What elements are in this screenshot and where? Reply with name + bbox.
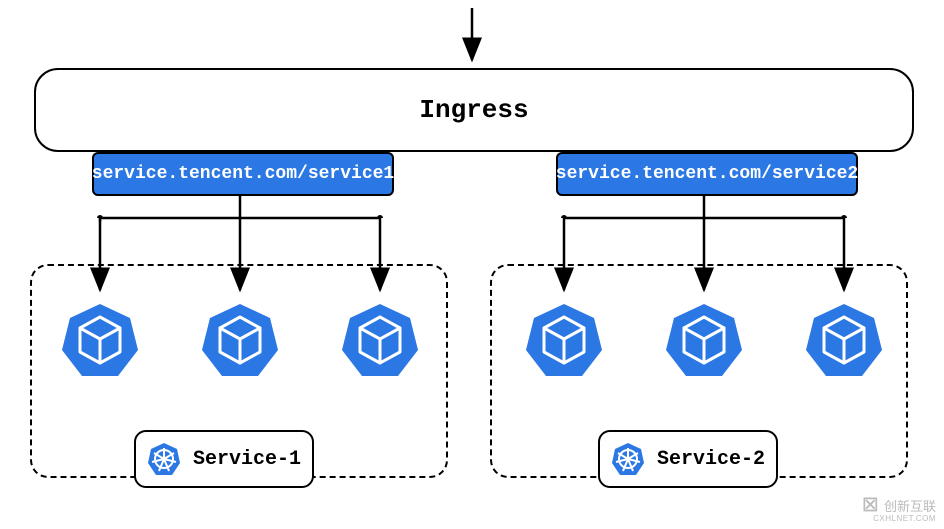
kubernetes-wheel-icon bbox=[611, 442, 645, 476]
pod-icon bbox=[524, 300, 604, 380]
pod-icon bbox=[340, 300, 420, 380]
service-2-box: Service-2 bbox=[598, 430, 778, 488]
route-service1-label: service.tencent.com/service1 bbox=[92, 164, 394, 184]
service-1-label: Service-1 bbox=[193, 448, 301, 471]
ingress-box: Ingress bbox=[34, 68, 914, 152]
pod-icon bbox=[60, 300, 140, 380]
watermark: ☒ 创新互联 CXHLNET.COM bbox=[862, 496, 936, 523]
ingress-label: Ingress bbox=[419, 95, 528, 125]
route-service1: service.tencent.com/service1 bbox=[92, 152, 394, 196]
route-service2: service.tencent.com/service2 bbox=[556, 152, 858, 196]
service-2-label: Service-2 bbox=[657, 448, 765, 471]
diagram-canvas: Ingress service.tencent.com/service1 ser… bbox=[0, 0, 944, 529]
watermark-sub: CXHLNET.COM bbox=[862, 515, 936, 523]
watermark-text: 创新互联 bbox=[884, 499, 936, 514]
pod-icon bbox=[804, 300, 884, 380]
pod-icon bbox=[200, 300, 280, 380]
kubernetes-wheel-icon bbox=[147, 442, 181, 476]
pod-icon bbox=[664, 300, 744, 380]
route-service2-label: service.tencent.com/service2 bbox=[556, 164, 858, 184]
service-1-box: Service-1 bbox=[134, 430, 314, 488]
